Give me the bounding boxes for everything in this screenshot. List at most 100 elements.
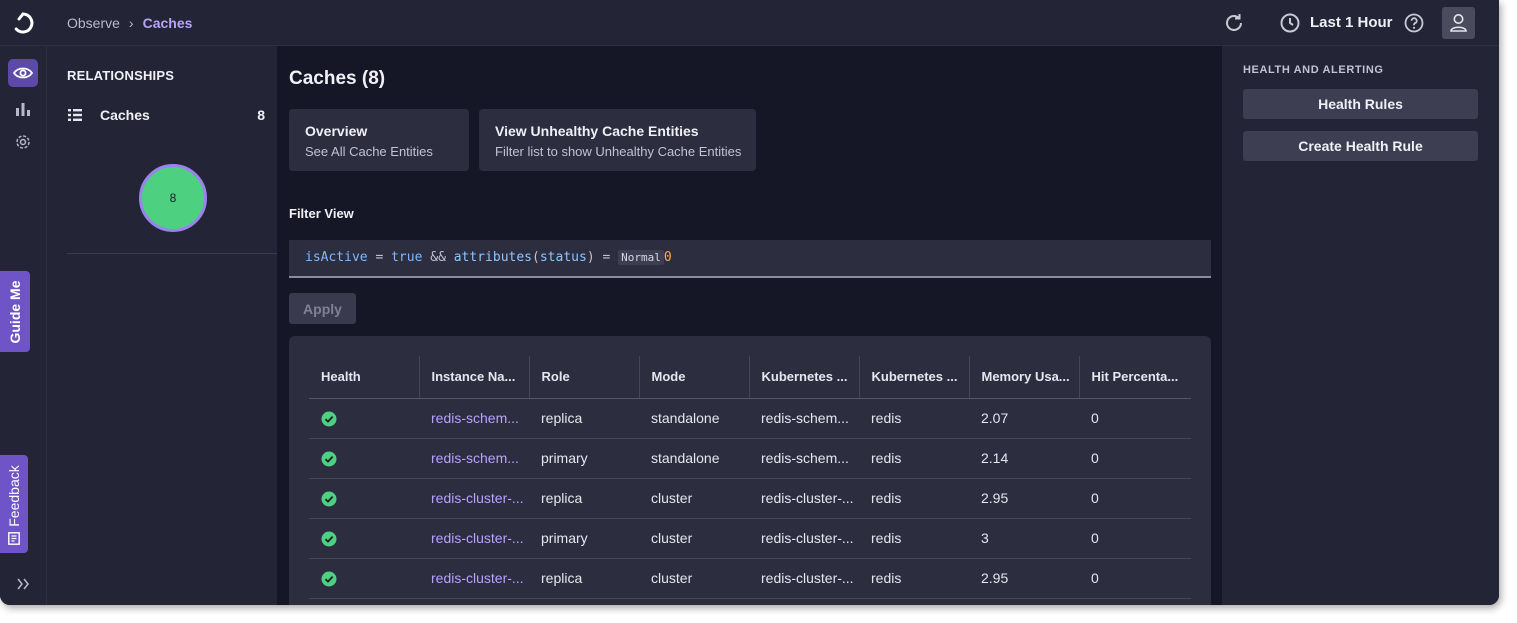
memory-usage-cell: 2.95 — [969, 478, 1079, 519]
feedback-tab[interactable]: Feedback — [0, 455, 28, 553]
role-cell: replica — [529, 478, 639, 519]
breadcrumb-observe[interactable]: Observe — [67, 15, 120, 31]
overview-card[interactable]: Overview See All Cache Entities — [289, 109, 469, 171]
feedback-icon — [8, 532, 20, 545]
kubernetes-cell: redis-cluster-... — [749, 478, 859, 519]
column-header-mode[interactable]: Mode — [638, 356, 749, 399]
nav-observe[interactable] — [8, 59, 38, 87]
memory-usage-cell: 3 — [969, 518, 1079, 559]
instance-name-link[interactable]: redis-schem... — [419, 438, 529, 479]
kubernetes-cell: redis — [859, 398, 969, 439]
query-token: isActive — [305, 250, 368, 265]
mode-cell: cluster — [639, 558, 749, 599]
hit-percentage-cell: 0 — [1079, 558, 1191, 599]
instance-name-link[interactable]: redis-cluster-... — [419, 518, 529, 559]
query-token: && — [422, 250, 454, 265]
health-cell — [309, 518, 419, 559]
table-row[interactable]: redis-cluster-... replica cluster redis-… — [309, 478, 1191, 519]
left-nav-rail: Guide Me Feedback — [0, 46, 47, 605]
hit-percentage-cell: 0 — [1079, 438, 1191, 479]
memory-usage-cell: 2.95 — [969, 558, 1079, 599]
caches-table-container: Health Instance Na... Role Mode Kubernet… — [289, 336, 1211, 605]
check-circle-icon — [321, 411, 337, 427]
health-cell — [309, 558, 419, 599]
relationship-item-caches[interactable]: Caches 8 — [67, 106, 265, 126]
check-circle-icon — [321, 451, 337, 467]
divider — [67, 253, 277, 254]
kubernetes-cell: redis-cluster-... — [749, 558, 859, 599]
mode-cell: standalone — [639, 398, 749, 439]
kubernetes-cell: redis — [859, 518, 969, 559]
column-header-memory-usage[interactable]: Memory Usa... — [968, 356, 1079, 399]
instance-name-link[interactable]: redis-cluster-... — [419, 558, 529, 599]
hit-percentage-cell: 0 — [1079, 398, 1191, 439]
breadcrumb: Observe › Caches — [67, 15, 192, 31]
help-icon[interactable] — [1403, 12, 1425, 34]
kubernetes-cell: redis-cluster-... — [749, 518, 859, 559]
create-health-rule-button[interactable]: Create Health Rule — [1243, 131, 1478, 161]
check-circle-icon — [321, 531, 337, 547]
query-token: 0 — [663, 250, 672, 265]
card-title: Overview — [305, 123, 368, 139]
column-header-hit-percentage[interactable]: Hit Percenta... — [1078, 356, 1191, 399]
table-row[interactable]: redis-cluster-... replica cluster redis-… — [309, 558, 1191, 599]
health-cell — [309, 438, 419, 479]
health-cell — [309, 478, 419, 519]
health-cell — [309, 398, 419, 439]
guide-me-label: Guide Me — [7, 279, 23, 344]
query-token: status — [539, 250, 587, 265]
query-token: true — [391, 250, 423, 265]
table-row[interactable]: redis-schem... replica standalone redis-… — [309, 398, 1191, 439]
health-alerting-title: HEALTH AND ALERTING — [1243, 64, 1384, 76]
hit-percentage-cell: 0 — [1079, 478, 1191, 519]
caches-table: Health Instance Na... Role Mode Kubernet… — [309, 356, 1191, 599]
filter-query-input[interactable]: isActive = true && attributes(status) = … — [289, 240, 1211, 278]
breadcrumb-caches: Caches — [142, 15, 193, 31]
bar-chart-icon[interactable] — [14, 100, 32, 118]
query-token: attributes — [453, 250, 533, 265]
top-bar: Observe › Caches Last 1 Hour — [0, 0, 1499, 46]
kubernetes-cell: redis — [859, 478, 969, 519]
app-logo[interactable] — [10, 10, 36, 36]
kubernetes-cell: redis — [859, 438, 969, 479]
relationship-item-count: 8 — [257, 107, 265, 123]
time-range-selector[interactable]: Last 1 Hour — [1310, 14, 1393, 31]
apply-button[interactable]: Apply — [289, 293, 356, 324]
gear-icon[interactable] — [14, 133, 32, 151]
column-header-kubernetes-2[interactable]: Kubernetes ... — [858, 356, 969, 399]
clock-icon[interactable] — [1279, 12, 1301, 34]
cache-count-bubble[interactable]: 8 — [139, 164, 207, 232]
double-chevron-right-icon[interactable] — [15, 576, 31, 592]
refresh-icon[interactable] — [1223, 12, 1245, 34]
unhealthy-entities-card[interactable]: View Unhealthy Cache Entities Filter lis… — [479, 109, 756, 171]
column-header-instance-name[interactable]: Instance Na... — [418, 356, 529, 399]
kubernetes-cell: redis — [859, 558, 969, 599]
health-rules-button[interactable]: Health Rules — [1243, 89, 1478, 119]
role-cell: replica — [529, 398, 639, 439]
table-row[interactable]: redis-cluster-... primary cluster redis-… — [309, 518, 1191, 559]
feedback-label: Feedback — [6, 465, 22, 527]
query-value-chip: Normal — [618, 250, 664, 265]
kubernetes-cell: redis-schem... — [749, 438, 859, 479]
card-subtitle: See All Cache Entities — [305, 144, 433, 159]
guide-me-tab[interactable]: Guide Me — [0, 271, 30, 352]
app-window: Observe › Caches Last 1 Hour Guide Me Fe… — [0, 0, 1499, 605]
main-content: Caches (8) Overview See All Cache Entiti… — [277, 46, 1222, 605]
table-row[interactable]: redis-schem... primary standalone redis-… — [309, 438, 1191, 479]
mode-cell: cluster — [639, 478, 749, 519]
page-title: Caches (8) — [289, 68, 386, 89]
instance-name-link[interactable]: redis-schem... — [419, 398, 529, 439]
memory-usage-cell: 2.14 — [969, 438, 1079, 479]
instance-name-link[interactable]: redis-cluster-... — [419, 478, 529, 519]
memory-usage-cell: 2.07 — [969, 398, 1079, 439]
user-menu-button[interactable] — [1442, 7, 1475, 39]
query-token: = — [367, 250, 392, 265]
list-icon — [68, 109, 82, 121]
role-cell: primary — [529, 438, 639, 479]
column-header-health[interactable]: Health — [309, 356, 419, 399]
check-circle-icon — [321, 571, 337, 587]
column-header-kubernetes-1[interactable]: Kubernetes ... — [748, 356, 859, 399]
role-cell: replica — [529, 558, 639, 599]
column-header-role[interactable]: Role — [528, 356, 639, 399]
chevron-right-icon: › — [128, 15, 134, 31]
